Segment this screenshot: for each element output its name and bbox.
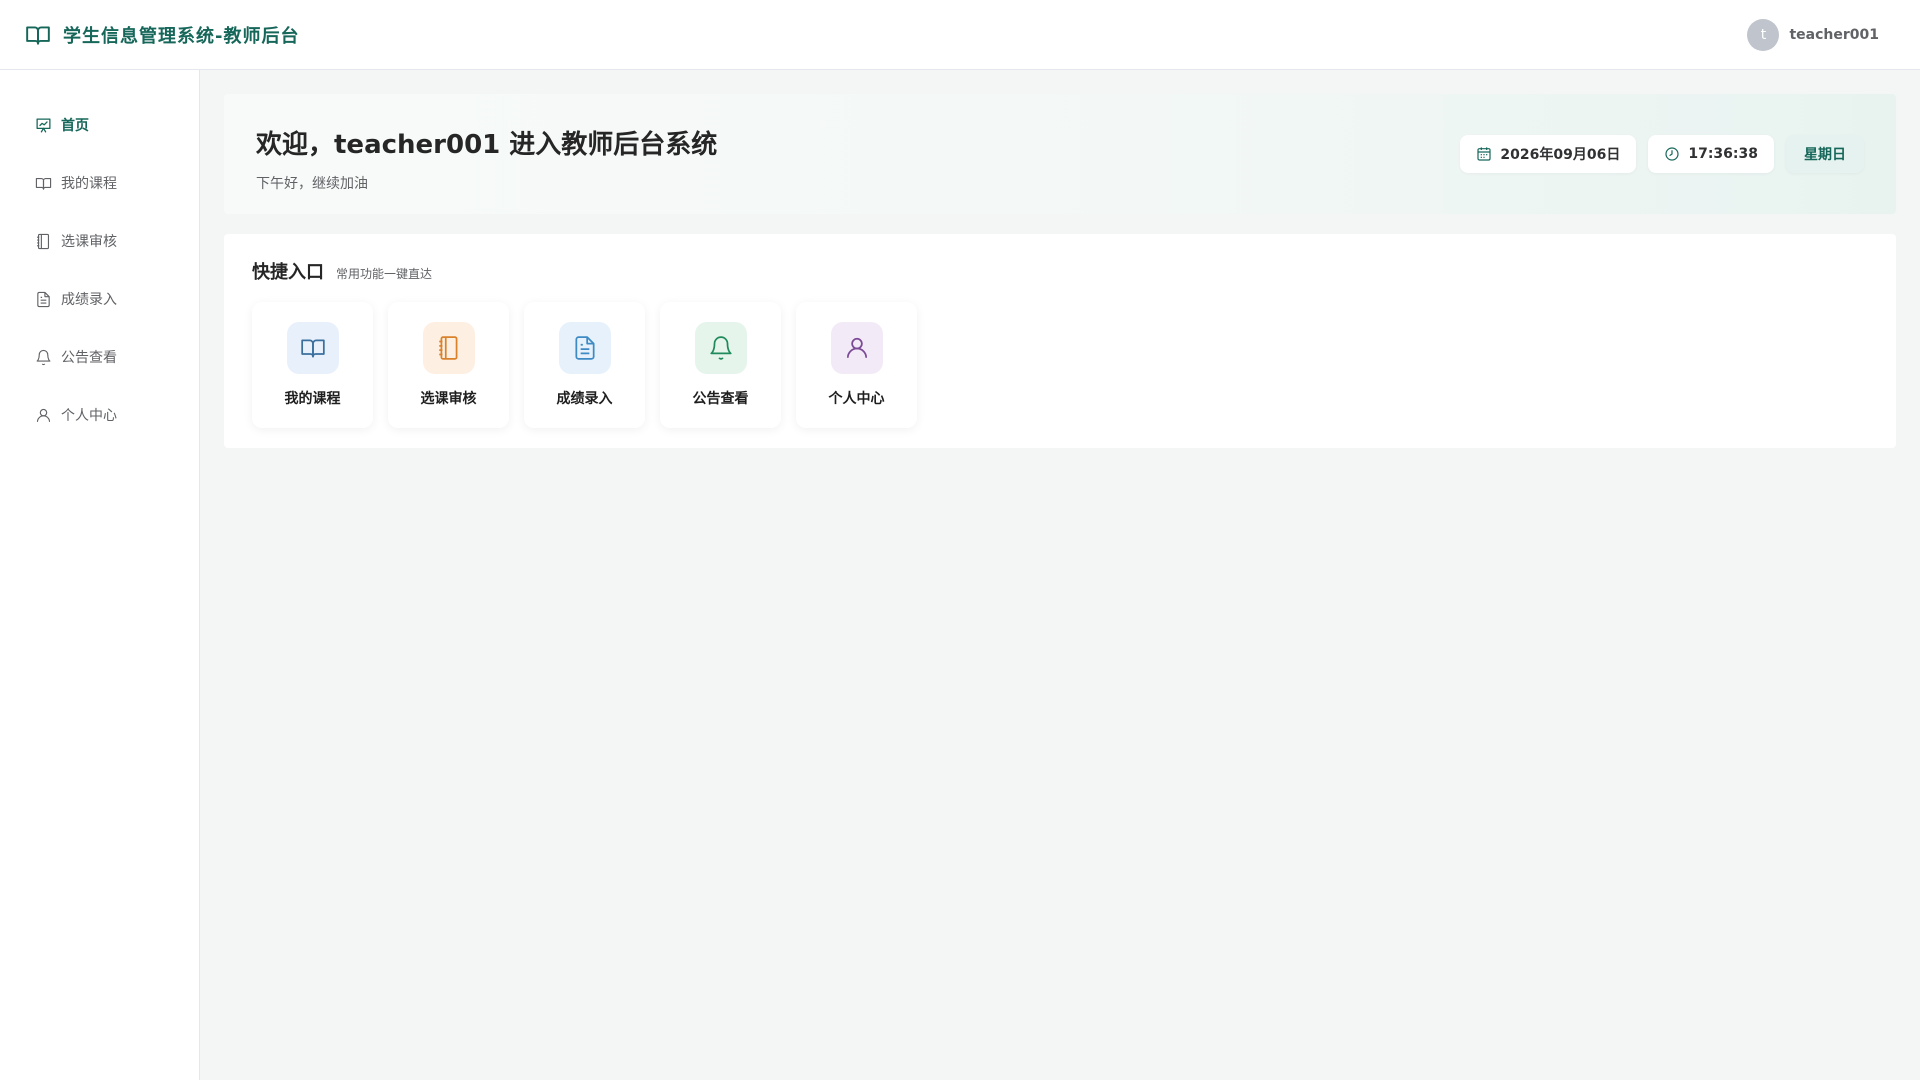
sidebar-item-announcements[interactable]: 公告查看 <box>0 328 199 386</box>
sidebar-item-label: 个人中心 <box>61 408 117 424</box>
sidebar-item-label: 成绩录入 <box>61 292 117 308</box>
quick-card-enrollment-review[interactable]: 选课审核 <box>388 302 509 428</box>
user-icon <box>35 407 52 424</box>
username[interactable]: teacher001 <box>1789 27 1879 43</box>
sidebar-item-label: 公告查看 <box>61 350 117 366</box>
time-chip: 17:36:38 <box>1648 135 1774 173</box>
quick-card-label: 成绩录入 <box>556 391 613 407</box>
main-content: 欢迎，teacher001 进入教师后台系统 下午好，继续加油 2026年09月… <box>224 94 1896 448</box>
quick-access-subtitle: 常用功能一键直达 <box>336 267 433 281</box>
weekday-chip: 星期日 <box>1786 135 1864 173</box>
quick-card-announcements[interactable]: 公告查看 <box>660 302 781 428</box>
bell-icon <box>709 336 732 360</box>
sidebar-item-grade-entry[interactable]: 成绩录入 <box>0 270 199 328</box>
book-open-icon <box>300 339 325 358</box>
sidebar-item-enrollment-review[interactable]: 选课审核 <box>0 212 199 270</box>
quick-card-label: 我的课程 <box>284 391 341 407</box>
quick-card-icon-box <box>422 322 475 374</box>
quick-card-icon-box <box>830 322 883 374</box>
brand[interactable]: 学生信息管理系统-教师后台 <box>25 22 299 48</box>
quick-card-label: 个人中心 <box>828 391 885 407</box>
quick-card-grade-entry[interactable]: 成绩录入 <box>524 302 645 428</box>
quick-card-label: 公告查看 <box>692 391 749 407</box>
sidebar-item-home[interactable]: 首页 <box>0 96 199 154</box>
quick-card-icon-box <box>558 322 611 374</box>
presentation-chart-icon <box>35 117 52 134</box>
notebook-icon <box>35 233 52 250</box>
sidebar: 首页 我的课程 选课审核 成绩录入 公告查看 个人中心 <box>0 70 200 1080</box>
quick-card-my-courses[interactable]: 我的课程 <box>252 302 373 428</box>
welcome-banner: 欢迎，teacher001 进入教师后台系统 下午好，继续加油 2026年09月… <box>224 94 1896 214</box>
bell-icon <box>35 349 52 366</box>
quick-card-profile[interactable]: 个人中心 <box>796 302 917 428</box>
sidebar-item-label: 选课审核 <box>61 234 117 250</box>
clock-icon <box>1664 146 1680 162</box>
sidebar-item-my-courses[interactable]: 我的课程 <box>0 154 199 212</box>
sidebar-item-profile[interactable]: 个人中心 <box>0 386 199 444</box>
quick-card-label: 选课审核 <box>420 391 477 407</box>
calendar-icon <box>1476 146 1492 162</box>
top-header: 学生信息管理系统-教师后台 t teacher001 <box>0 0 1920 70</box>
document-icon <box>574 336 595 360</box>
user-menu[interactable]: t teacher001 <box>1747 18 1895 51</box>
sidebar-item-label: 首页 <box>61 118 89 134</box>
book-open-icon <box>25 22 51 48</box>
quick-card-icon-box <box>286 322 339 374</box>
quick-card-icon-box <box>694 322 747 374</box>
date-text: 2026年09月06日 <box>1500 147 1621 163</box>
notebook-icon <box>438 336 457 360</box>
time-text: 17:36:38 <box>1688 146 1758 162</box>
date-chip: 2026年09月06日 <box>1460 135 1637 173</box>
user-icon <box>846 337 867 358</box>
welcome-subtitle: 下午好，继续加油 <box>256 176 368 192</box>
book-open-icon <box>35 175 52 192</box>
quick-access-cards: 我的课程 选课审核 成绩录入 公告查看 个人中心 <box>252 302 1868 428</box>
quick-access-header: 快捷入口 常用功能一键直达 <box>252 258 1868 284</box>
weekday-text: 星期日 <box>1804 147 1846 163</box>
quick-access-panel: 快捷入口 常用功能一键直达 我的课程 选课审核 成绩录入 公告查看 个人中心 <box>224 234 1896 448</box>
datetime-chips: 2026年09月06日 17:36:38 星期日 <box>1460 135 1864 173</box>
sidebar-item-label: 我的课程 <box>61 176 117 192</box>
avatar[interactable]: t <box>1747 18 1780 51</box>
document-icon <box>35 291 52 308</box>
app-title: 学生信息管理系统-教师后台 <box>63 25 300 47</box>
quick-access-title: 快捷入口 <box>252 262 324 283</box>
